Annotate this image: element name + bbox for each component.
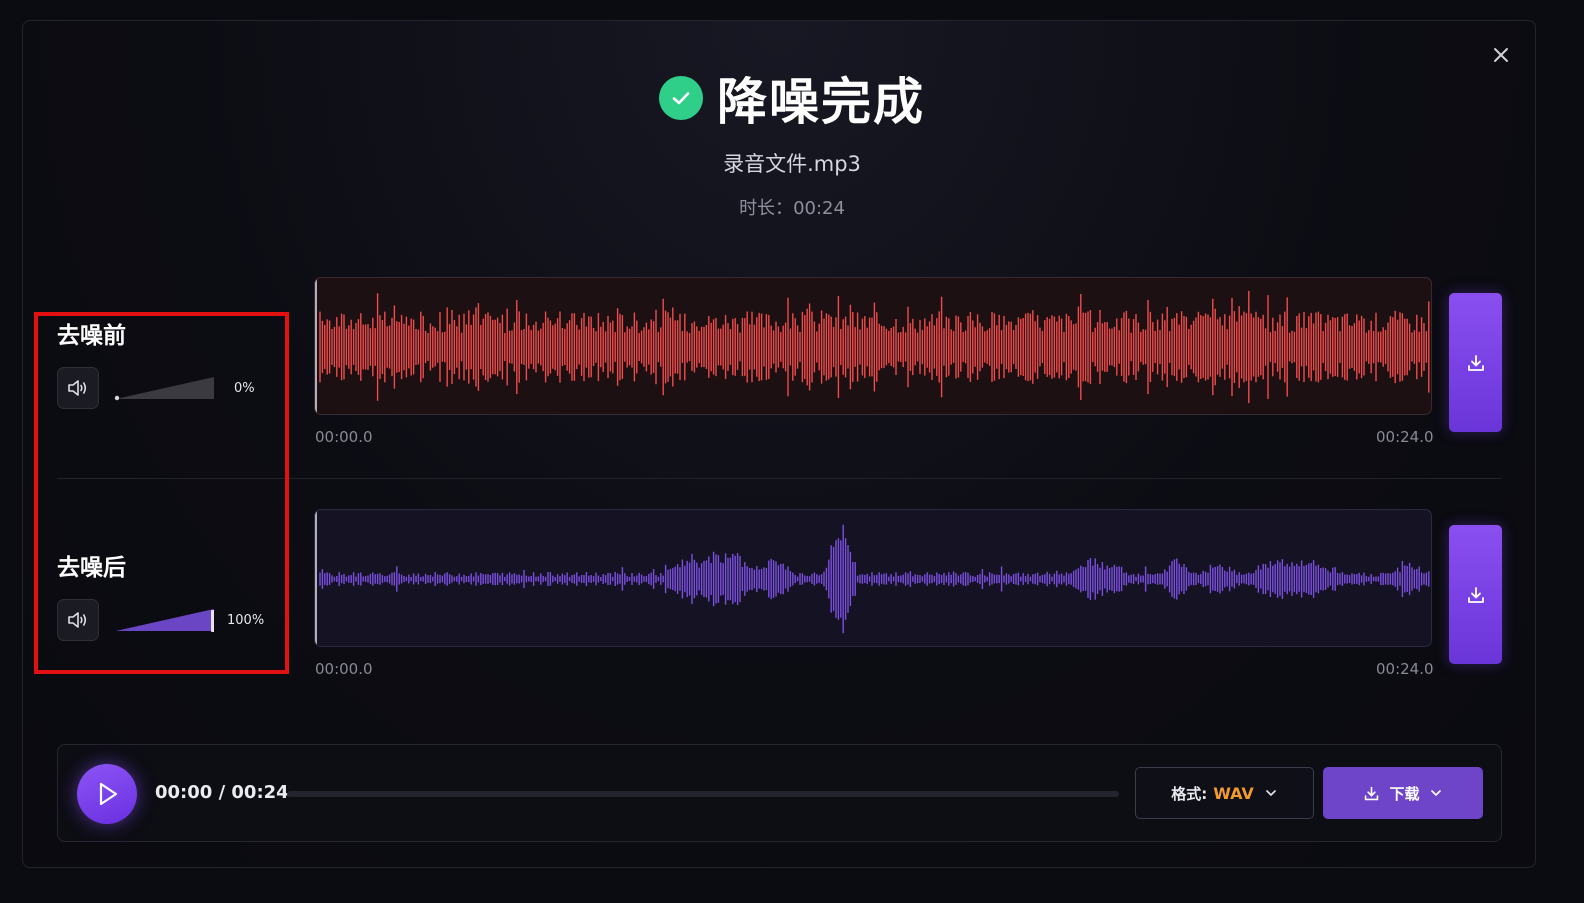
chevron-down-icon bbox=[1265, 790, 1276, 796]
waveform-before[interactable] bbox=[314, 277, 1432, 415]
format-select[interactable]: 格式: WAV bbox=[1135, 767, 1314, 819]
progress-bar[interactable] bbox=[287, 791, 1119, 797]
annotation-highlight-box bbox=[34, 312, 289, 674]
result-header: 降噪完成 录音文件.mp3 时长：00:24 bbox=[0, 66, 1584, 220]
duration-label: 时长： bbox=[739, 198, 794, 219]
start-time-after: 00:00.0 bbox=[315, 660, 373, 678]
waveform-after[interactable] bbox=[314, 509, 1432, 647]
page-title: 降噪完成 bbox=[717, 73, 925, 131]
check-circle-icon bbox=[659, 76, 703, 120]
playback-time: 00:00 / 00:24 bbox=[155, 782, 289, 803]
end-time-after: 00:24.0 bbox=[1376, 660, 1434, 678]
download-label: 下载 bbox=[1389, 784, 1420, 803]
waveform-after-svg bbox=[319, 524, 1430, 634]
end-time-before: 00:24.0 bbox=[1376, 428, 1434, 446]
download-button[interactable]: 下载 bbox=[1323, 767, 1483, 819]
waveform-before-svg bbox=[319, 290, 1430, 404]
download-icon bbox=[1365, 786, 1379, 800]
waveform-bars bbox=[319, 290, 1430, 404]
download-before-button[interactable] bbox=[1449, 293, 1502, 432]
format-label-text: 格式: bbox=[1171, 784, 1208, 803]
play-icon bbox=[99, 782, 118, 806]
format-value: WAV bbox=[1213, 783, 1254, 803]
playhead-before bbox=[315, 278, 317, 414]
download-icon bbox=[1467, 586, 1484, 603]
player-bar: 00:00 / 00:24 格式: WAV 下载 bbox=[57, 744, 1502, 842]
format-label: 格式: WAV bbox=[1171, 783, 1254, 804]
download-after-button[interactable] bbox=[1449, 525, 1502, 664]
download-icon bbox=[1467, 354, 1484, 371]
duration-text: 时长：00:24 bbox=[0, 194, 1584, 220]
chevron-down-icon bbox=[1430, 790, 1441, 796]
file-name: 录音文件.mp3 bbox=[723, 152, 861, 176]
start-time-before: 00:00.0 bbox=[315, 428, 373, 446]
waveform-bars bbox=[319, 524, 1430, 634]
close-icon[interactable] bbox=[1490, 44, 1512, 66]
playhead-after bbox=[315, 510, 317, 646]
duration-value: 00:24 bbox=[793, 198, 845, 219]
play-button[interactable] bbox=[77, 764, 137, 824]
